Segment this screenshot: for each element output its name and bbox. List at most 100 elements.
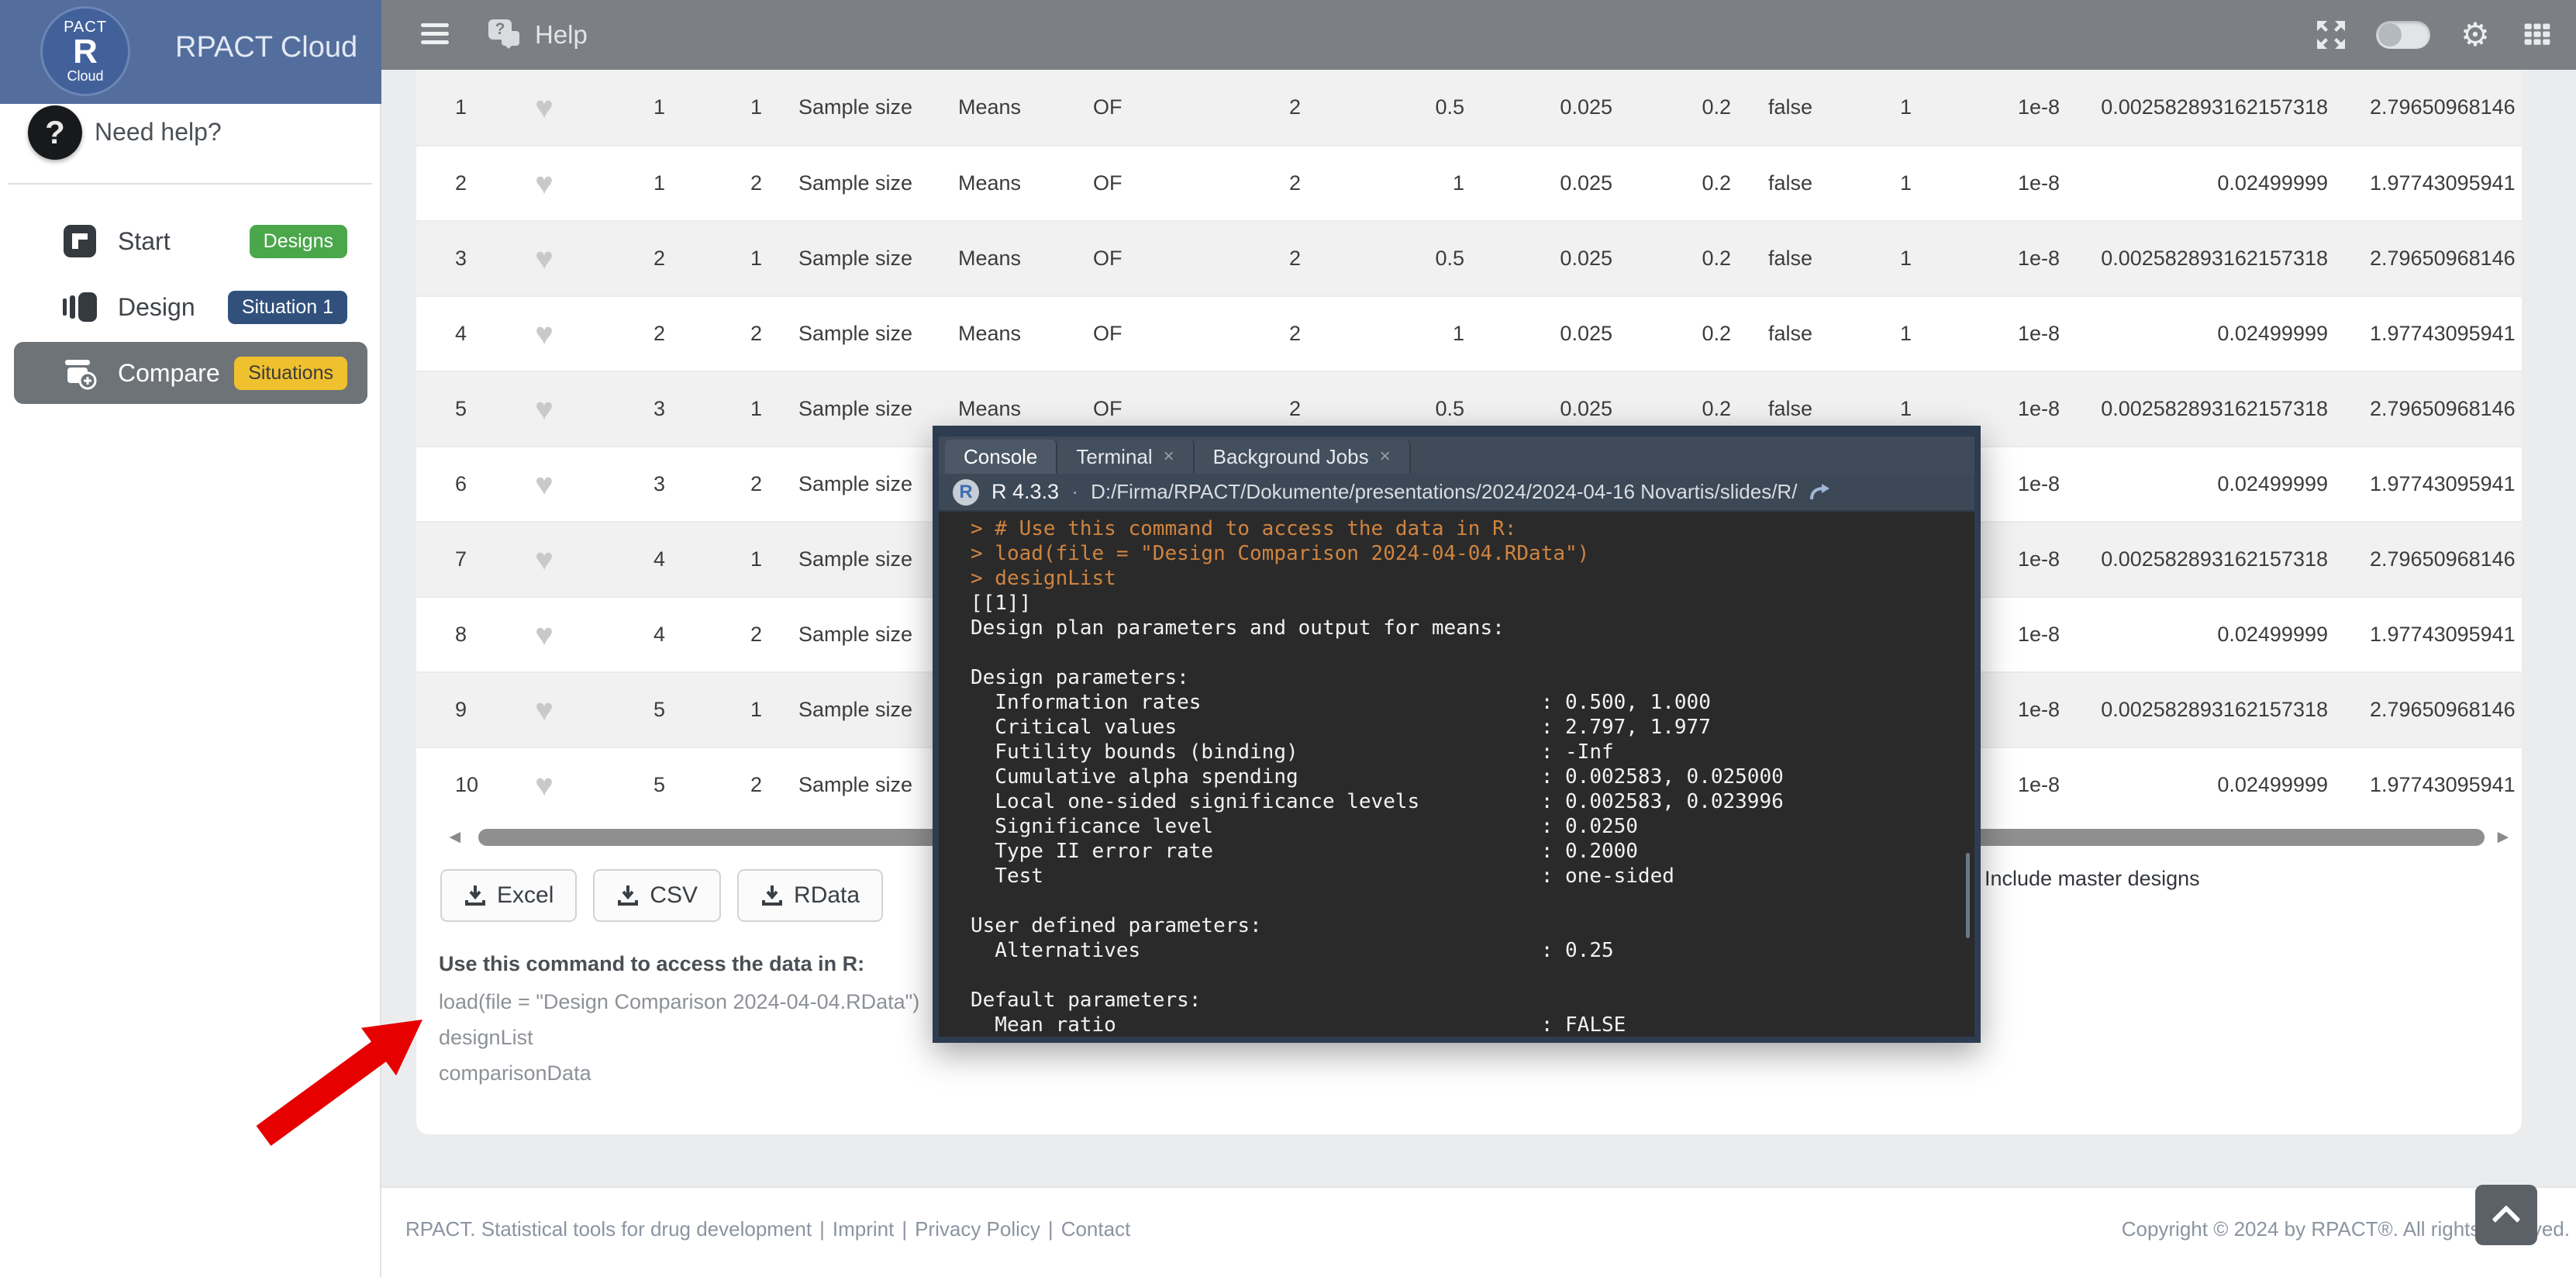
- table-cell: 0.002582893162157318: [2069, 547, 2337, 571]
- console-line: Significance level: 0.0250: [971, 814, 1974, 839]
- console-scrollbar-thumb[interactable]: [1966, 853, 1970, 938]
- table-cell: Means: [930, 247, 1070, 271]
- table-cell: 0.002582893162157318: [2069, 698, 2337, 722]
- favorite-heart-icon[interactable]: ♥: [505, 168, 583, 199]
- menu-toggle-icon[interactable]: [421, 19, 449, 51]
- close-icon[interactable]: ×: [1380, 446, 1391, 468]
- hint-load-command: load(file = "Design Comparison 2024-04-0…: [439, 990, 919, 1014]
- table-cell: false: [1740, 322, 1876, 346]
- need-help-link[interactable]: ? Need help?: [0, 104, 381, 181]
- logo-letter: R: [73, 35, 98, 69]
- tab-terminal[interactable]: Terminal ×: [1057, 440, 1194, 474]
- compare-icon: [62, 355, 98, 391]
- table-cell: 0.5: [1310, 247, 1473, 271]
- table-cell: 10: [416, 773, 505, 797]
- favorite-heart-icon[interactable]: ♥: [505, 469, 583, 500]
- table-cell: 0.025: [1473, 247, 1622, 271]
- scroll-right-icon[interactable]: ►: [2494, 828, 2512, 847]
- table-cell: 1e-8: [1921, 397, 2069, 421]
- table-cell: 1.97743095941: [2337, 171, 2522, 195]
- favorite-heart-icon[interactable]: ♥: [505, 394, 583, 425]
- table-cell: Means: [930, 397, 1070, 421]
- table-cell: OF: [1070, 322, 1209, 346]
- table-cell: 1: [674, 397, 771, 421]
- favorite-heart-icon[interactable]: ♥: [505, 695, 583, 726]
- table-cell: 2.79650968146: [2337, 698, 2522, 722]
- table-row[interactable]: 4♥22Sample sizeMeansOF210.0250.2false11e…: [416, 295, 2522, 371]
- table-cell: 2.79650968146: [2337, 95, 2522, 119]
- favorite-heart-icon[interactable]: ♥: [505, 770, 583, 801]
- favorite-heart-icon[interactable]: ♥: [505, 319, 583, 350]
- table-cell: 2.79650968146: [2337, 397, 2522, 421]
- console-line: Information rates: 0.500, 1.000: [971, 690, 1974, 715]
- tab-background-jobs[interactable]: Background Jobs ×: [1195, 440, 1411, 474]
- situations-badge: Situations: [234, 357, 347, 390]
- console-lines: > # Use this command to access the data …: [971, 516, 1974, 1034]
- table-cell: 0.02499999: [2069, 322, 2337, 346]
- scroll-to-top-button[interactable]: [2475, 1185, 2537, 1245]
- table-cell: 0.025: [1473, 171, 1622, 195]
- table-cell: 1: [674, 547, 771, 571]
- table-cell: 7: [416, 547, 505, 571]
- table-cell: 2: [583, 322, 674, 346]
- table-cell: Sample size: [771, 95, 930, 119]
- grid-table-icon[interactable]: [2520, 18, 2554, 52]
- table-cell: 3: [416, 247, 505, 271]
- sidebar-item-compare[interactable]: Compare Situations: [14, 342, 367, 404]
- goto-directory-icon[interactable]: [1809, 483, 1831, 502]
- table-cell: 1e-8: [1921, 95, 2069, 119]
- question-mark-icon: ?: [28, 105, 82, 160]
- table-cell: 1e-8: [1921, 171, 2069, 195]
- table-row[interactable]: 3♥21Sample sizeMeansOF20.50.0250.2false1…: [416, 220, 2522, 295]
- help-button[interactable]: ? Help: [488, 16, 588, 54]
- sidebar-item-design[interactable]: Design Situation 1: [14, 276, 367, 338]
- table-cell: 1: [1876, 247, 1921, 271]
- favorite-heart-icon[interactable]: ♥: [505, 243, 583, 274]
- table-cell: false: [1740, 247, 1876, 271]
- table-cell: 9: [416, 698, 505, 722]
- sidebar-item-start[interactable]: Start Designs: [14, 210, 367, 272]
- rpact-logo[interactable]: PACT R Cloud: [40, 6, 130, 96]
- table-cell: 2: [1209, 95, 1310, 119]
- excel-button[interactable]: Excel: [440, 869, 577, 922]
- fullscreen-icon[interactable]: [2314, 18, 2348, 52]
- csv-button[interactable]: CSV: [593, 869, 721, 922]
- console-line: Design parameters:: [971, 665, 1974, 690]
- console-line: Test: one-sided: [971, 864, 1974, 889]
- sidebar-item-label: Start: [118, 227, 250, 256]
- scroll-left-icon[interactable]: ◄: [446, 828, 464, 847]
- table-cell: 0.02499999: [2069, 773, 2337, 797]
- close-icon[interactable]: ×: [1164, 446, 1174, 468]
- rdata-button[interactable]: RData: [737, 869, 883, 922]
- table-cell: 1: [1310, 322, 1473, 346]
- table-cell: Sample size: [771, 472, 930, 496]
- table-cell: 1: [674, 95, 771, 119]
- export-buttons: Excel CSV RData: [440, 869, 883, 922]
- console-line: Mean ratio: FALSE: [971, 1013, 1974, 1034]
- table-cell: OF: [1070, 397, 1209, 421]
- favorite-heart-icon[interactable]: ♥: [505, 620, 583, 651]
- console-line: User defined parameters:: [971, 913, 1974, 938]
- favorite-heart-icon[interactable]: ♥: [505, 544, 583, 575]
- table-row[interactable]: 2♥12Sample sizeMeansOF210.0250.2false11e…: [416, 145, 2522, 220]
- table-row[interactable]: 1♥11Sample sizeMeansOF20.50.0250.2false1…: [416, 70, 2522, 145]
- gear-icon[interactable]: ⚙: [2458, 18, 2492, 52]
- table-cell: 2: [674, 322, 771, 346]
- console-line: Type II error rate: 0.2000: [971, 839, 1974, 864]
- imprint-link[interactable]: Imprint: [833, 1217, 894, 1241]
- table-cell: OF: [1070, 247, 1209, 271]
- contact-link[interactable]: Contact: [1061, 1217, 1131, 1241]
- privacy-policy-link[interactable]: Privacy Policy: [915, 1217, 1040, 1241]
- rstudio-console-window[interactable]: Console Terminal × Background Jobs × R R…: [933, 426, 1981, 1043]
- help-label: Help: [535, 20, 588, 50]
- tab-console[interactable]: Console: [945, 440, 1057, 474]
- hint-designlist: designList: [439, 1026, 919, 1050]
- console-line: Default parameters:: [971, 988, 1974, 1013]
- table-cell: 1: [416, 95, 505, 119]
- include-master-designs-label[interactable]: Include master designs: [1985, 867, 2200, 891]
- sidebar-divider: [8, 183, 372, 185]
- sidebar-header: PACT R Cloud RPACT Cloud: [0, 0, 381, 104]
- theme-toggle[interactable]: [2376, 21, 2430, 49]
- favorite-heart-icon[interactable]: ♥: [505, 92, 583, 123]
- table-cell: 0.025: [1473, 95, 1622, 119]
